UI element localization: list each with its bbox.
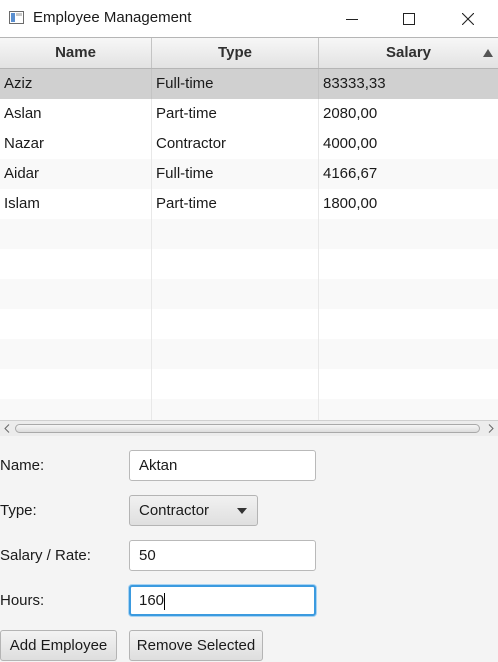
name-field[interactable]: Aktan — [129, 450, 316, 481]
remove-selected-button[interactable]: Remove Selected — [129, 630, 263, 661]
empty-cell — [319, 369, 498, 399]
empty-table-row — [0, 279, 498, 309]
cell-type: Part-time — [152, 189, 319, 219]
empty-cell — [152, 339, 319, 369]
text-caret — [164, 592, 166, 610]
cell-type: Part-time — [152, 99, 319, 129]
maximize-icon — [403, 12, 415, 25]
table-row[interactable]: Aslan Part-time 2080,00 — [0, 99, 498, 129]
empty-table-row — [0, 369, 498, 399]
minimize-icon — [346, 18, 358, 20]
name-label: Name: — [0, 457, 45, 474]
empty-table-row — [0, 249, 498, 279]
empty-table-row — [0, 219, 498, 249]
type-select-value: Contractor — [139, 502, 210, 519]
empty-table-row — [0, 399, 498, 421]
cell-type: Full-time — [152, 69, 319, 99]
sort-ascending-icon — [483, 49, 493, 57]
table-row[interactable]: Islam Part-time 1800,00 — [0, 189, 498, 219]
table-row[interactable]: Aziz Full-time 83333,33 — [0, 69, 498, 99]
cell-type: Contractor — [152, 129, 319, 159]
empty-cell — [152, 249, 319, 279]
hours-field[interactable]: 160 — [129, 585, 316, 616]
empty-table-row — [0, 309, 498, 339]
cell-salary: 1800,00 — [323, 195, 378, 212]
scroll-right-button[interactable] — [484, 421, 498, 436]
empty-table-row — [0, 339, 498, 369]
empty-cell — [152, 369, 319, 399]
chevron-left-icon — [4, 424, 10, 433]
minimize-button[interactable] — [329, 0, 375, 37]
column-header-salary[interactable]: Salary — [319, 38, 498, 68]
cell-name: Aziz — [0, 69, 152, 99]
chevron-right-icon — [488, 424, 494, 433]
cell-salary: 4166,67 — [323, 165, 378, 182]
cell-salary: 83333,33 — [323, 75, 386, 92]
empty-cell — [152, 279, 319, 309]
empty-cell — [319, 339, 498, 369]
table-body: Aziz Full-time 83333,33 Aslan Part-time … — [0, 69, 498, 421]
type-label: Type: — [0, 502, 37, 519]
empty-cell — [319, 249, 498, 279]
close-button[interactable] — [445, 0, 491, 37]
empty-cell — [152, 219, 319, 249]
hours-field-value: 160 — [139, 592, 165, 609]
empty-cell — [0, 369, 152, 399]
table-row[interactable]: Aidar Full-time 4166,67 — [0, 159, 498, 189]
hours-label: Hours: — [0, 592, 45, 609]
empty-cell — [0, 309, 152, 339]
maximize-button[interactable] — [386, 0, 432, 37]
empty-cell — [319, 219, 498, 249]
app-window-icon — [9, 11, 24, 24]
chevron-down-icon — [237, 508, 247, 514]
horizontal-scrollbar[interactable] — [0, 420, 498, 436]
empty-cell — [319, 279, 498, 309]
column-header-type[interactable]: Type — [152, 38, 319, 68]
cell-name: Aidar — [0, 159, 152, 189]
cell-type: Full-time — [152, 159, 319, 189]
cell-name: Aslan — [0, 99, 152, 129]
empty-cell — [0, 219, 152, 249]
column-header-name[interactable]: Name — [0, 38, 152, 68]
scrollbar-thumb[interactable] — [15, 424, 480, 433]
table-header: Name Type Salary — [0, 38, 498, 69]
scroll-left-button[interactable] — [0, 421, 14, 436]
cell-name: Nazar — [0, 129, 152, 159]
empty-cell — [319, 309, 498, 339]
table-row[interactable]: Nazar Contractor 4000,00 — [0, 129, 498, 159]
empty-cell — [0, 399, 152, 421]
type-select[interactable]: Contractor — [129, 495, 258, 526]
salary-rate-field[interactable]: 50 — [129, 540, 316, 571]
column-header-salary-label: Salary — [385, 44, 432, 61]
employee-table[interactable]: Name Type Salary Aziz Full-time 83333,33… — [0, 37, 498, 421]
salary-rate-label: Salary / Rate: — [0, 547, 91, 564]
cell-name: Islam — [0, 189, 152, 219]
empty-cell — [319, 399, 498, 421]
title-bar: Employee Management — [0, 0, 498, 37]
cell-salary: 4000,00 — [323, 135, 378, 152]
cell-salary: 2080,00 — [323, 105, 378, 122]
empty-cell — [0, 339, 152, 369]
add-employee-button[interactable]: Add Employee — [0, 630, 117, 661]
empty-cell — [0, 249, 152, 279]
empty-cell — [152, 309, 319, 339]
close-icon — [462, 12, 474, 25]
window-title: Employee Management — [33, 9, 192, 26]
empty-cell — [0, 279, 152, 309]
empty-cell — [152, 399, 319, 421]
